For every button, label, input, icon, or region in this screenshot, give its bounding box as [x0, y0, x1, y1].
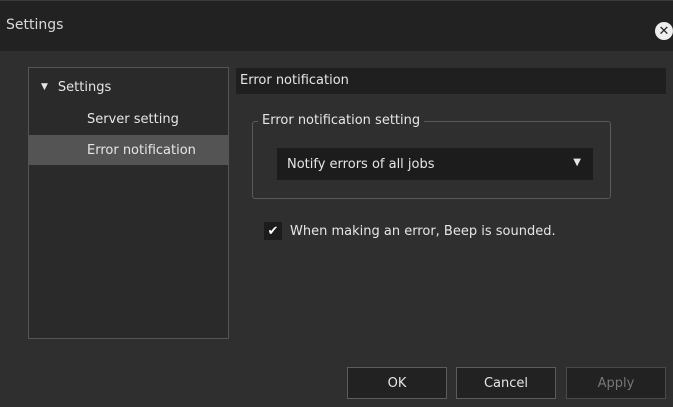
panel-header: Error notification: [236, 68, 666, 94]
cancel-button[interactable]: Cancel: [456, 367, 556, 399]
beep-checkbox-row[interactable]: ✔ When making an error, Beep is sounded.: [264, 221, 556, 241]
groupbox-title: Error notification setting: [258, 113, 425, 128]
close-icon[interactable]: ✕: [655, 22, 673, 40]
tree-item-label: Error notification: [87, 142, 196, 158]
tree-item-label: Server setting: [87, 111, 179, 127]
settings-window: Settings ✕ ▼ Settings Server setting Err…: [0, 0, 673, 407]
beep-checkbox-label: When making an error, Beep is sounded.: [290, 223, 556, 239]
tree-root-label: Settings: [57, 79, 112, 95]
ok-button[interactable]: OK: [347, 367, 447, 399]
tree-root-settings[interactable]: ▼ Settings: [41, 78, 111, 96]
tree-item-error-notification[interactable]: Error notification: [29, 135, 228, 165]
expand-arrow-icon[interactable]: ▼: [41, 82, 48, 92]
chevron-down-icon: ▼: [573, 157, 581, 168]
select-value: Notify errors of all jobs: [287, 156, 435, 172]
apply-button[interactable]: Apply: [566, 367, 666, 399]
title-bar[interactable]: Settings ✕: [0, 1, 673, 51]
window-title: Settings: [6, 17, 64, 33]
tree-item-server-setting[interactable]: Server setting: [29, 104, 228, 134]
notification-mode-select[interactable]: Notify errors of all jobs ▼: [277, 148, 593, 180]
settings-tree: ▼ Settings Server setting Error notifica…: [28, 67, 229, 339]
beep-checkbox[interactable]: ✔: [264, 222, 282, 240]
checkmark-icon: ✔: [267, 223, 279, 239]
panel-title: Error notification: [240, 73, 349, 88]
